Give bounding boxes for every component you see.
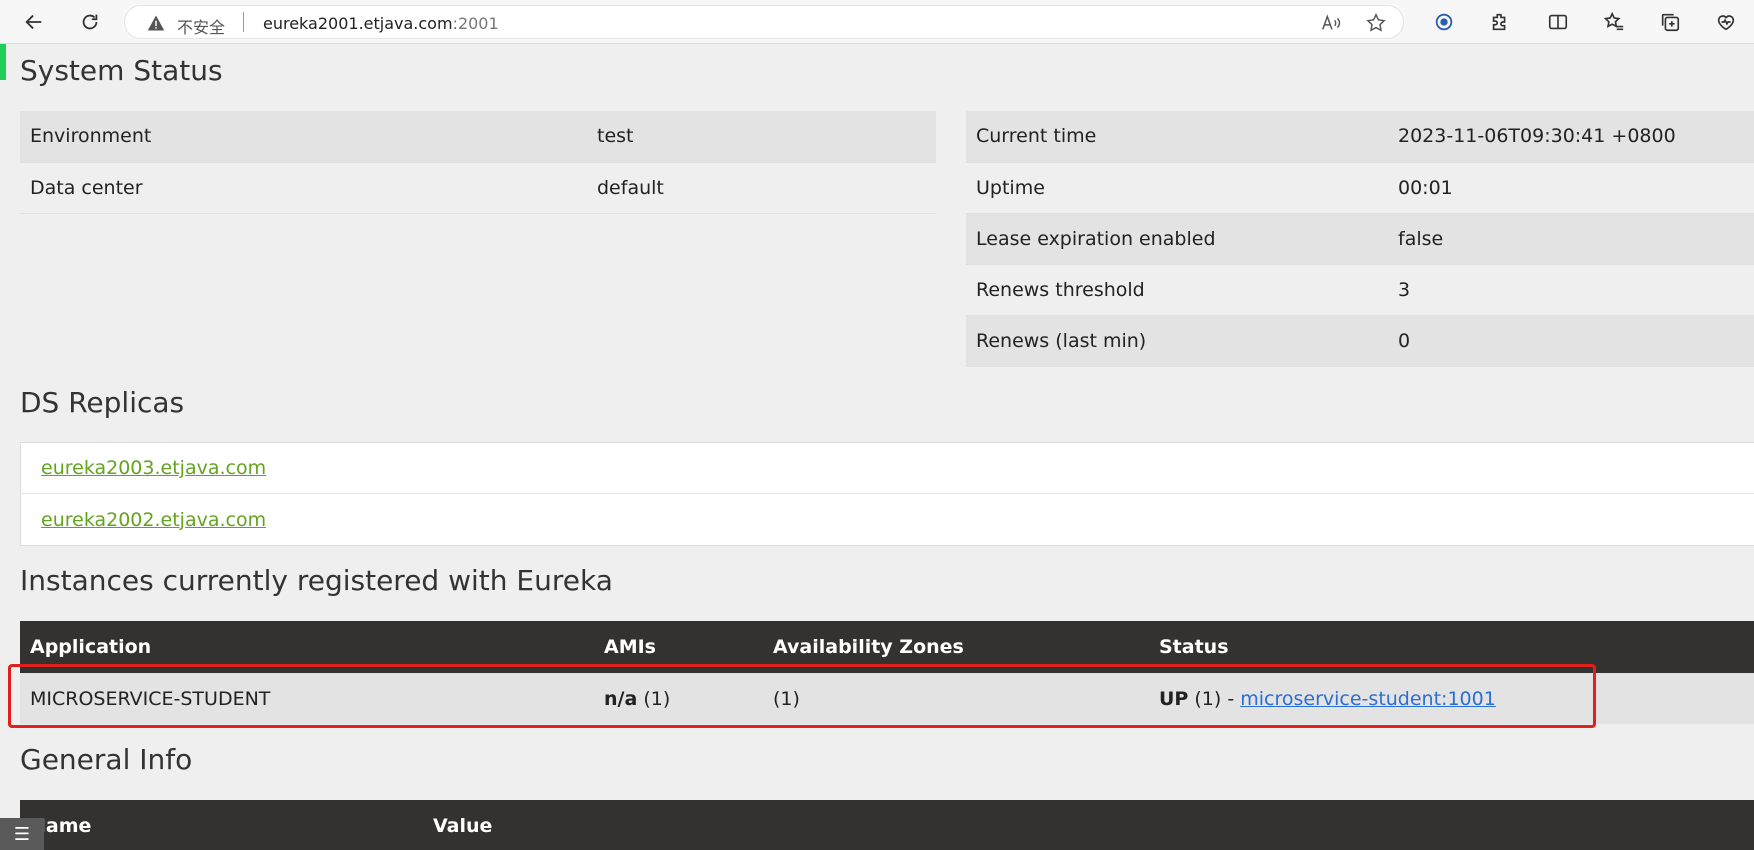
general-info-title: General Info (20, 743, 193, 776)
refresh-icon[interactable] (76, 8, 104, 36)
status-label: Lease expiration enabled (966, 213, 1388, 265)
instances-title: Instances currently registered with Eure… (20, 564, 613, 597)
status-label: Current time (966, 111, 1388, 163)
status-value: default (587, 162, 936, 214)
status-count: (1) - (1188, 687, 1241, 710)
status-label: Data center (20, 162, 587, 214)
warning-icon[interactable] (147, 14, 165, 32)
table-row: Renews threshold 3 (966, 264, 1754, 316)
url-host: eureka2001.etjava.com (263, 14, 453, 33)
favorite-star-icon[interactable] (1365, 12, 1387, 34)
system-status-right-table: Current time 2023-11-06T09:30:41 +0800 U… (966, 111, 1754, 367)
browser-toolbar: 不安全 eureka2001.etjava.com:2001 (0, 0, 1754, 44)
page-accent-bar (0, 44, 6, 80)
extensions-icon[interactable] (1486, 8, 1514, 36)
table-row: Current time 2023-11-06T09:30:41 +0800 (966, 111, 1754, 163)
replicas-list: eureka2003.etjava.com eureka2002.etjava.… (20, 442, 1754, 546)
status-value: 0 (1388, 315, 1754, 367)
table-header-row: Application AMIs Availability Zones Stat… (20, 621, 1754, 673)
list-item: eureka2002.etjava.com (21, 494, 1754, 545)
column-header: Status (1149, 621, 1754, 673)
system-status-title: System Status (20, 54, 223, 87)
browser-essentials-icon[interactable] (1712, 8, 1740, 36)
status-label: Environment (20, 111, 587, 163)
status-up: UP (1159, 687, 1189, 710)
application-name: MICROSERVICE-STUDENT (20, 673, 594, 724)
amis-value: n/a (604, 687, 638, 710)
table-row: Lease expiration enabled false (966, 213, 1754, 265)
list-menu-icon[interactable]: ☰ (0, 818, 44, 850)
status-value: 3 (1388, 264, 1754, 316)
instance-link[interactable]: microservice-student:1001 (1240, 688, 1496, 710)
replica-link[interactable]: eureka2003.etjava.com (41, 457, 266, 479)
status-cell: UP (1) - microservice-student:1001 (1149, 673, 1754, 724)
column-header: AMIs (594, 621, 763, 673)
status-label: Uptime (966, 162, 1388, 214)
status-value: false (1388, 213, 1754, 265)
status-value: 00:01 (1388, 162, 1754, 214)
address-bar[interactable]: 不安全 eureka2001.etjava.com:2001 (124, 5, 1404, 39)
ds-replicas-title: DS Replicas (20, 386, 185, 419)
status-value: test (587, 111, 936, 163)
list-item: eureka2003.etjava.com (21, 443, 1754, 494)
insecure-label: 不安全 (177, 18, 226, 37)
collections-icon[interactable] (1656, 8, 1684, 36)
instances-table: Application AMIs Availability Zones Stat… (20, 621, 1754, 724)
split-screen-icon[interactable] (1544, 8, 1572, 36)
read-aloud-icon[interactable] (1320, 12, 1342, 34)
table-row: Environment test (20, 111, 936, 163)
table-row: Renews (last min) 0 (966, 315, 1754, 367)
status-label: Renews (last min) (966, 315, 1388, 367)
tracking-prevention-icon[interactable] (1430, 8, 1458, 36)
general-info-table: Name Value (20, 800, 1754, 850)
url-text[interactable]: eureka2001.etjava.com:2001 (263, 14, 499, 33)
status-label: Renews threshold (966, 264, 1388, 316)
amis-cell: n/a (1) (594, 673, 763, 724)
url-port: :2001 (452, 14, 499, 33)
address-separator (243, 12, 244, 32)
status-value: 2023-11-06T09:30:41 +0800 (1388, 111, 1754, 163)
column-header: Value (423, 800, 1754, 850)
table-header-row: Name Value (20, 800, 1754, 850)
table-row: Data center default (20, 162, 936, 214)
column-header: Name (20, 800, 423, 850)
amis-count: (1) (637, 687, 671, 710)
zones-cell: (1) (763, 673, 1149, 724)
system-status-left-table: Environment test Data center default (20, 111, 936, 214)
table-row: MICROSERVICE-STUDENT n/a (1) (1) UP (1) … (20, 673, 1754, 724)
column-header: Availability Zones (763, 621, 1149, 673)
table-row: Uptime 00:01 (966, 162, 1754, 214)
column-header: Application (20, 621, 594, 673)
replica-link[interactable]: eureka2002.etjava.com (41, 509, 266, 531)
favorites-icon[interactable] (1600, 8, 1628, 36)
back-arrow-icon[interactable] (20, 8, 48, 36)
